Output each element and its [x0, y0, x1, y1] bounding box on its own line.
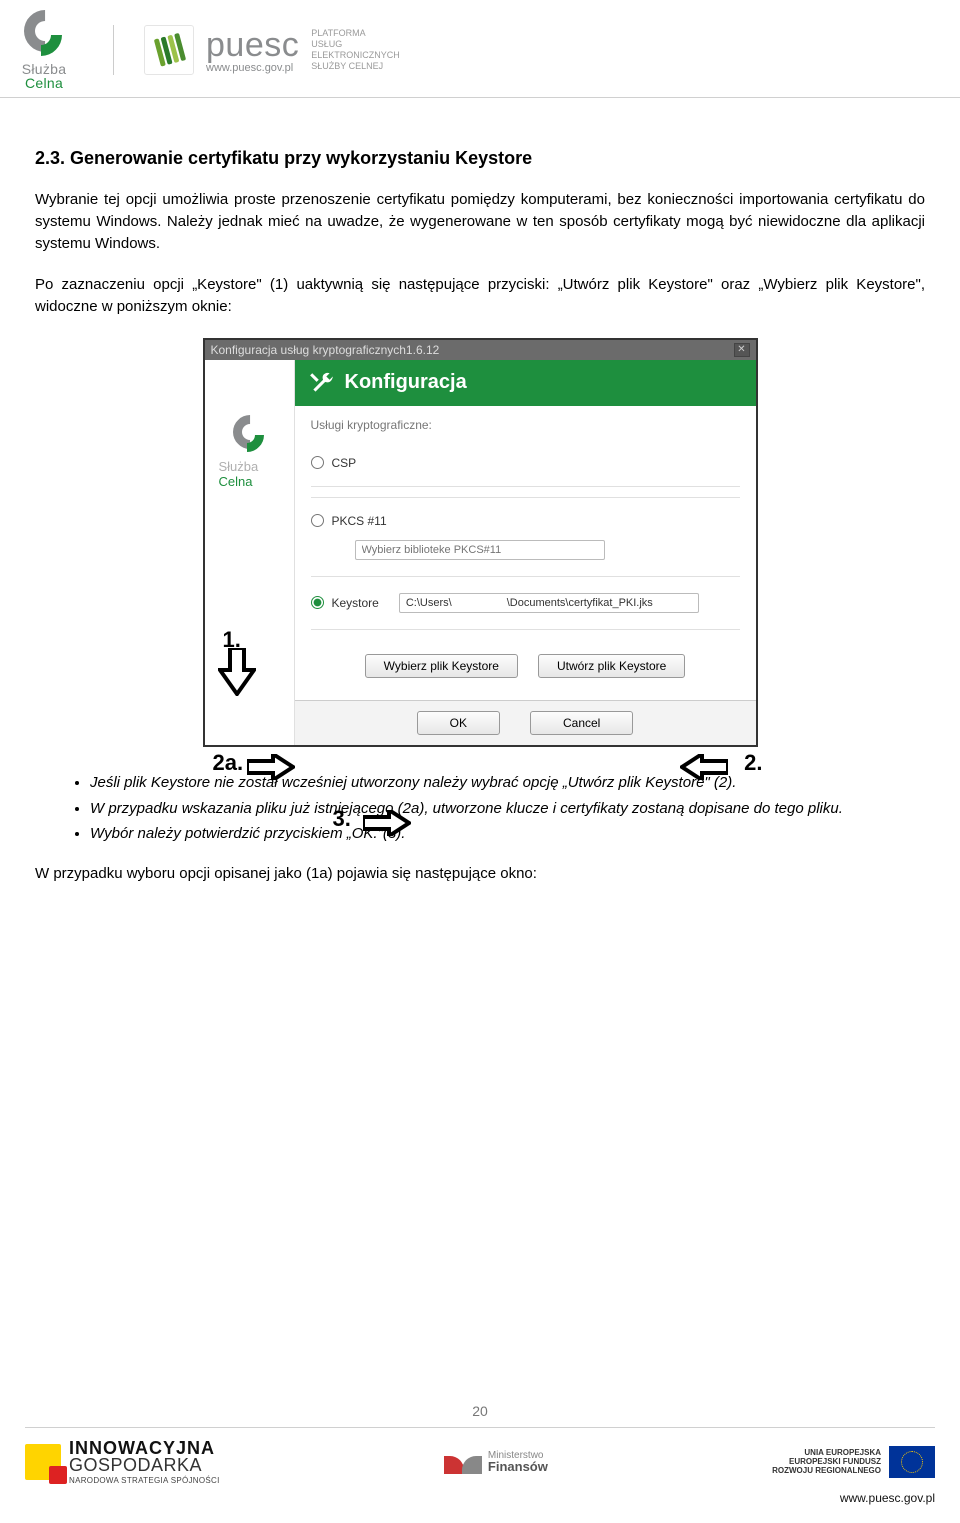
page-content: 2.3. Generowanie certyfikatu przy wykorz… [0, 98, 960, 882]
radio-pkcs11-label: PKCS #11 [332, 514, 387, 528]
dialog-screenshot: Konfiguracja usług kryptograficznych1.6.… [203, 338, 758, 747]
puesc-url: www.puesc.gov.pl [206, 62, 299, 74]
puesc-icon [144, 25, 194, 75]
annotation-marker-3: 3. [333, 806, 351, 832]
innowacyjna-gospodarka-icon [25, 1444, 61, 1480]
create-keystore-button[interactable]: Utwórz plik Keystore [538, 654, 685, 678]
radio-keystore-label: Keystore [332, 596, 379, 610]
dialog-services-label: Usługi kryptograficzne: [311, 418, 740, 432]
sc-label-1: Służba [22, 62, 67, 76]
divider [311, 497, 740, 498]
radio-keystore[interactable]: Keystore [311, 587, 740, 619]
page-header: Służba Celna puesc www.puesc.gov.pl PLAT… [0, 0, 960, 95]
dialog-header-title: Konfiguracja [345, 371, 467, 394]
dialog-sidebar-label-2: Celna [219, 474, 286, 489]
sc-mark-icon [20, 10, 68, 58]
dialog-titlebar: Konfiguracja usług kryptograficznych1.6.… [205, 340, 756, 360]
page-footer: 20 INNOWACYJNA GOSPODARKA NARODOWA STRAT… [0, 1403, 960, 1505]
divider [311, 629, 740, 630]
dialog-sidebar-label-1: Służba [219, 459, 286, 474]
divider [311, 576, 740, 577]
page-number: 20 [25, 1403, 935, 1419]
ue-line-1: UNIA EUROPEJSKA [772, 1448, 881, 1457]
footer-center-logo: Ministerstwo Finansów [444, 1450, 548, 1474]
footer-right-logo: UNIA EUROPEJSKA EUROPEJSKI FUNDUSZ ROZWO… [772, 1446, 935, 1478]
footer-url: www.puesc.gov.pl [25, 1491, 935, 1505]
puesc-title: puesc [206, 26, 299, 65]
keystore-path-input[interactable] [399, 593, 699, 613]
divider [311, 486, 740, 487]
puesc-subtitle: PLATFORMA USŁUG ELEKTRONICZNYCH SŁUŻBY C… [311, 28, 400, 71]
paragraph-1: Wybranie tej opcji umożliwia proste prze… [35, 189, 925, 254]
eu-flag-icon [889, 1446, 935, 1478]
ue-line-3: ROZWOJU REGIONALNEGO [772, 1466, 881, 1475]
select-keystore-button[interactable]: Wybierz plik Keystore [365, 654, 518, 678]
arrow-right-icon [363, 810, 411, 836]
dialog-sidebar-logo-icon [230, 415, 268, 453]
paragraph-2: Po zaznaczeniu opcji „Keystore" (1) uakt… [35, 274, 925, 318]
sc-label-2: Celna [25, 76, 63, 90]
ue-line-2: EUROPEJSKI FUNDUSZ [772, 1457, 881, 1466]
ok-button[interactable]: OK [417, 711, 500, 735]
list-item: Wybór należy potwierdzić przyciskiem „OK… [90, 823, 925, 845]
section-heading: 2.3. Generowanie certyfikatu przy wykorz… [35, 148, 925, 169]
ig-title-2: GOSPODARKA [69, 1455, 220, 1476]
arrow-down-icon [218, 648, 256, 696]
annotation-marker-2: 2. [744, 750, 762, 776]
puesc-logo-block: puesc www.puesc.gov.pl PLATFORMA USŁUG E… [113, 25, 400, 75]
sluzba-celna-logo: Służba Celna [20, 10, 68, 90]
dialog-title: Konfiguracja usług kryptograficznych1.6.… [211, 343, 440, 357]
arrow-right-icon [247, 754, 295, 780]
dialog-header: Konfiguracja [295, 360, 756, 406]
arrow-left-icon [680, 754, 728, 780]
list-item: W przypadku wskazania pliku już istnieją… [90, 798, 925, 820]
radio-pkcs11[interactable]: PKCS #11 [311, 508, 740, 534]
close-icon[interactable]: ✕ [734, 343, 750, 357]
cancel-button[interactable]: Cancel [530, 711, 633, 735]
paragraph-after: W przypadku wyboru opcji opisanej jako (… [35, 865, 925, 882]
footer-left-logo: INNOWACYJNA GOSPODARKA NARODOWA STRATEGI… [25, 1438, 220, 1485]
instruction-list: Jeśli plik Keystore nie został wcześniej… [35, 772, 925, 845]
wrench-icon [309, 370, 335, 396]
radio-csp-label: CSP [332, 456, 357, 470]
annotation-marker-2a: 2a. [213, 750, 244, 776]
pkcs11-lib-input[interactable] [355, 540, 605, 560]
radio-csp[interactable]: CSP [311, 450, 740, 476]
ig-subtitle: NARODOWA STRATEGIA SPÓJNOŚCI [69, 1476, 220, 1485]
mf-label-2: Finansów [488, 1459, 548, 1474]
ministerstwo-finansow-icon [444, 1450, 482, 1474]
